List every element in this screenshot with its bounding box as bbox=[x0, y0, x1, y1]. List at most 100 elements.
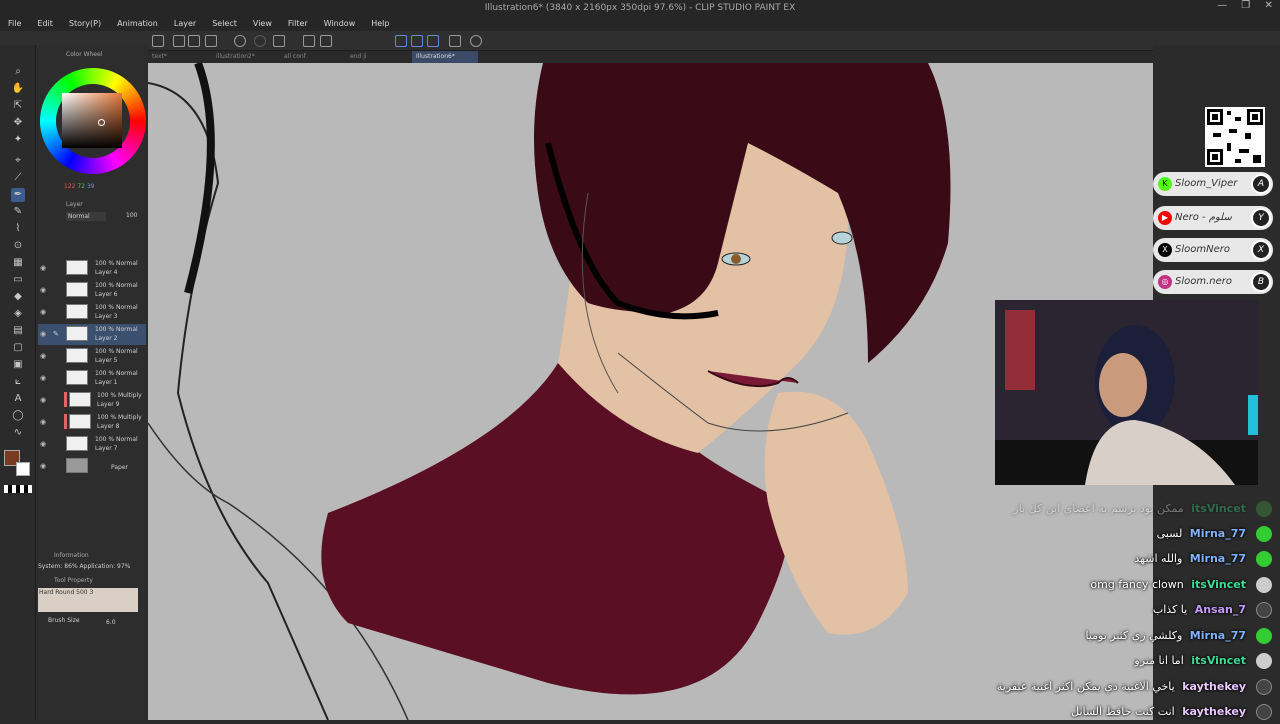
airbrush-icon[interactable]: ⊙ bbox=[11, 239, 25, 253]
fill-icon[interactable] bbox=[303, 35, 315, 47]
layer-row[interactable]: ◉ 100 % Normal Layer 4 bbox=[38, 258, 146, 279]
menu-layer[interactable]: Layer bbox=[166, 17, 204, 31]
help-icon[interactable] bbox=[470, 35, 482, 47]
layer-opacity[interactable]: 100 bbox=[126, 212, 137, 219]
eye-icon[interactable]: ◉ bbox=[40, 264, 46, 272]
fill-tool-icon[interactable]: ◈ bbox=[11, 307, 25, 321]
zoom-icon[interactable]: ⌕ bbox=[11, 65, 25, 79]
menu-file[interactable]: File bbox=[0, 17, 29, 31]
gradient-icon[interactable]: ▤ bbox=[11, 324, 25, 338]
social-handle: Sloom.nero bbox=[1175, 276, 1233, 287]
layer-name: Paper bbox=[111, 464, 128, 471]
blend-mode-select[interactable]: Normal bbox=[66, 212, 106, 221]
correct-line-icon[interactable]: ∿ bbox=[11, 426, 25, 440]
eye-icon[interactable]: ◉ bbox=[40, 308, 46, 316]
eye-icon[interactable]: ◉ bbox=[40, 418, 46, 426]
tab-illustration6[interactable]: Illustration6* bbox=[412, 51, 478, 63]
eye-icon[interactable]: ◉ bbox=[40, 286, 46, 294]
brush-icon[interactable]: ⌇ bbox=[11, 222, 25, 236]
layer-row[interactable]: ◉ 100 % Normal Layer 5 bbox=[38, 346, 146, 367]
menu-filter[interactable]: Filter bbox=[280, 17, 316, 31]
hand-icon[interactable]: ✋ bbox=[11, 82, 25, 96]
color-saturation-square[interactable] bbox=[62, 93, 122, 148]
tab-end-ji[interactable]: end ji bbox=[346, 51, 371, 63]
menu-bar: File Edit Story(P) Animation Layer Selec… bbox=[0, 17, 1280, 31]
chat-username: Mirna_77 bbox=[1189, 527, 1246, 540]
tab-text[interactable]: text* bbox=[148, 51, 171, 63]
snap-special-ruler-icon[interactable] bbox=[411, 35, 423, 47]
x-icon: X bbox=[1158, 243, 1172, 257]
pen-icon[interactable]: ✒ bbox=[11, 188, 25, 202]
layer-row[interactable]: ◉ 100 % Normal Layer 7 bbox=[38, 434, 146, 455]
close-button[interactable]: ✕ bbox=[1264, 0, 1272, 17]
social-handle: Sloom_Viper bbox=[1175, 178, 1238, 189]
layer-row[interactable]: ◉ 100 % Normal Layer 1 bbox=[38, 368, 146, 389]
menu-edit[interactable]: Edit bbox=[29, 17, 61, 31]
snap-grid-icon[interactable] bbox=[427, 35, 439, 47]
layer-name: Layer 2 bbox=[95, 335, 118, 342]
eye-icon[interactable]: ◉ bbox=[40, 462, 46, 470]
menu-view[interactable]: View bbox=[245, 17, 280, 31]
decoration-icon[interactable]: ▦ bbox=[11, 256, 25, 270]
frame-icon[interactable]: ▣ bbox=[11, 358, 25, 372]
redo-icon[interactable] bbox=[254, 35, 266, 47]
eye-icon[interactable]: ◉ bbox=[40, 330, 46, 338]
layer-row[interactable]: ◉ 100 % Multiply Layer 8 bbox=[38, 412, 146, 433]
social-kick: K Sloom_Viper A bbox=[1153, 172, 1273, 196]
eye-icon[interactable]: ◉ bbox=[40, 440, 46, 448]
transform-icon[interactable] bbox=[320, 35, 332, 47]
open-file-icon[interactable] bbox=[173, 35, 185, 47]
menu-help[interactable]: Help bbox=[363, 17, 397, 31]
tab-all-conf[interactable]: all conf bbox=[280, 51, 310, 63]
blend-mode-value: Normal bbox=[68, 213, 90, 220]
eye-icon[interactable]: ◉ bbox=[40, 396, 46, 404]
layer-row[interactable]: ◉ Paper bbox=[38, 456, 146, 477]
ruler-icon[interactable]: ⟀ bbox=[11, 375, 25, 389]
chat-username: Mirna_77 bbox=[1189, 629, 1246, 642]
move-layer-icon[interactable]: ✥ bbox=[11, 116, 25, 130]
webcam-overlay bbox=[995, 300, 1258, 485]
text-icon[interactable]: A bbox=[11, 392, 25, 406]
menu-window[interactable]: Window bbox=[316, 17, 364, 31]
auto-select-icon[interactable]: ⌖ bbox=[11, 154, 25, 168]
figure-icon[interactable]: ▢ bbox=[11, 341, 25, 355]
color-picker-cursor[interactable] bbox=[98, 119, 105, 126]
operation-icon[interactable]: ⇱ bbox=[11, 99, 25, 113]
eye-icon[interactable]: ◉ bbox=[40, 374, 46, 382]
pencil-icon[interactable]: ✎ bbox=[11, 205, 25, 219]
transparent-color-swatch[interactable] bbox=[4, 485, 32, 493]
tab-label: Illustration6* bbox=[416, 53, 455, 60]
maximize-button[interactable]: ❐ bbox=[1241, 0, 1250, 17]
layer-thumbnail bbox=[66, 348, 88, 363]
youtube-icon: ▶ bbox=[1158, 211, 1172, 225]
chat-text: اما انا مترو bbox=[1134, 654, 1184, 667]
settings-icon[interactable] bbox=[449, 35, 461, 47]
brush-size-value[interactable]: 6.0 bbox=[106, 619, 116, 626]
eyedropper-icon[interactable]: ⟋ bbox=[11, 171, 25, 185]
new-canvas-icon[interactable] bbox=[152, 35, 164, 47]
layer-mode: 100 % Normal bbox=[95, 326, 138, 333]
selection-icon[interactable]: ✦ bbox=[11, 133, 25, 147]
menu-animation[interactable]: Animation bbox=[109, 17, 166, 31]
menu-select[interactable]: Select bbox=[204, 17, 245, 31]
document-tabs: text* illustration2* all conf end ji Ill… bbox=[148, 51, 1153, 63]
undo-icon[interactable] bbox=[234, 35, 246, 47]
eraser-icon[interactable]: ▭ bbox=[11, 273, 25, 287]
snap-ruler-icon[interactable] bbox=[395, 35, 407, 47]
blend-icon[interactable]: ◆ bbox=[11, 290, 25, 304]
clear-icon[interactable] bbox=[273, 35, 285, 47]
brush-preview[interactable]: Hard Round 500 3 bbox=[38, 588, 138, 612]
layer-row[interactable]: ◉ 100 % Normal Layer 6 bbox=[38, 280, 146, 301]
sub-color-swatch[interactable] bbox=[16, 462, 30, 476]
balloon-icon[interactable]: ◯ bbox=[11, 409, 25, 423]
layer-row[interactable]: ◉ 100 % Multiply Layer 9 bbox=[38, 390, 146, 411]
print-icon[interactable] bbox=[205, 35, 217, 47]
layer-row[interactable]: ◉ ✎ 100 % Normal Layer 2 bbox=[38, 324, 146, 345]
menu-story[interactable]: Story(P) bbox=[61, 17, 109, 31]
minimize-button[interactable]: — bbox=[1217, 0, 1227, 17]
save-icon[interactable] bbox=[188, 35, 200, 47]
layer-row[interactable]: ◉ 100 % Normal Layer 3 bbox=[38, 302, 146, 323]
tab-illustration2[interactable]: illustration2* bbox=[212, 51, 259, 63]
chat-message: والله اشهد Mirna_77 bbox=[955, 547, 1280, 571]
eye-icon[interactable]: ◉ bbox=[40, 352, 46, 360]
